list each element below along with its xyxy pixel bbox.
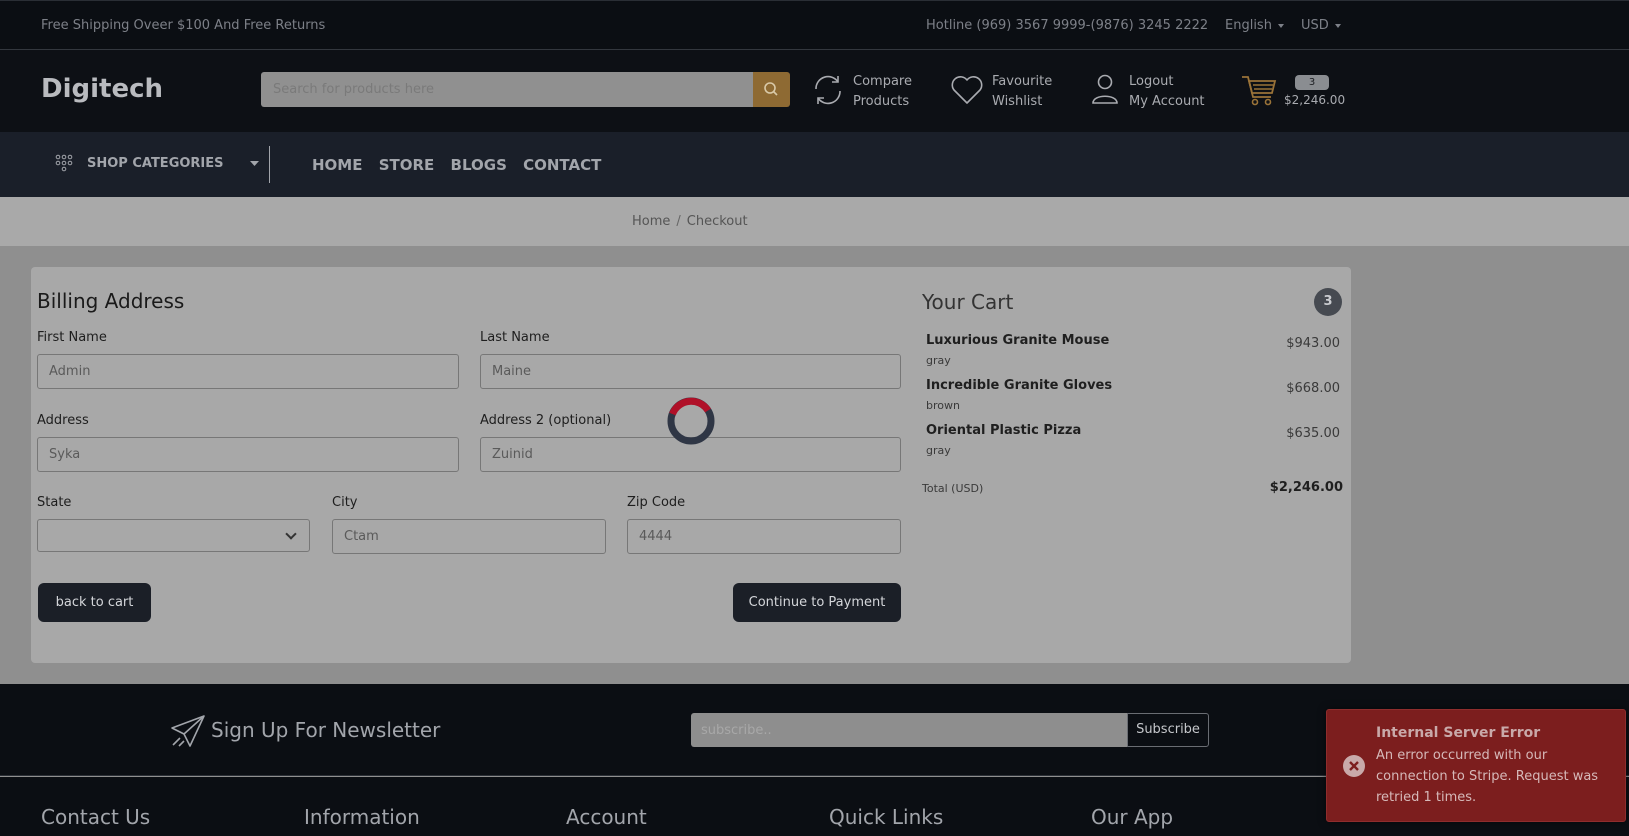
caret-down-icon — [250, 161, 259, 166]
cart-item-price: $635.00 — [1286, 426, 1340, 441]
nav-divider — [269, 146, 270, 183]
logout-link[interactable]: Logout — [1129, 72, 1205, 92]
compare-arrows-icon — [815, 75, 841, 105]
paper-plane-icon — [171, 715, 205, 747]
back-to-cart-button[interactable]: back to cart — [38, 583, 151, 622]
shop-categories-label: SHOP CATEGORIES — [87, 156, 224, 171]
first-name-input[interactable]: Admin — [37, 354, 459, 389]
cart-item-count-badge: 3 — [1314, 288, 1342, 316]
state-label: State — [37, 495, 72, 510]
loading-spinner-icon — [667, 397, 715, 445]
toast-title: Internal Server Error — [1376, 725, 1541, 741]
breadcrumb-separator: / — [676, 214, 681, 229]
first-name-label: First Name — [37, 330, 107, 345]
account-text: Logout My Account — [1129, 72, 1205, 112]
cart-item-name: Incredible Granite Gloves — [926, 378, 1113, 393]
cart-title: Your Cart — [922, 290, 1014, 314]
zip-label: Zip Code — [627, 495, 686, 510]
grid-dots-icon — [55, 154, 73, 172]
search-button[interactable] — [753, 72, 790, 107]
toast-message: An error occurred with our connection to… — [1376, 748, 1599, 805]
subscribe-button[interactable]: Subscribe — [1127, 713, 1209, 747]
top-info-bar: Free Shipping Oveer $100 And Free Return… — [0, 0, 1629, 50]
cart-count-badge: 3 — [1295, 75, 1329, 90]
currency-value: USD — [1301, 18, 1329, 33]
shopping-cart-icon — [1242, 76, 1277, 106]
cart-item-variant: gray — [926, 354, 951, 367]
site-logo[interactable]: Digitech — [41, 74, 163, 104]
nav-link-store[interactable]: STORE — [379, 156, 435, 174]
favourite-line1: Favourite — [992, 74, 1053, 89]
newsletter-email-input[interactable] — [691, 713, 1128, 747]
user-icon — [1092, 74, 1118, 104]
cart-item-name: Oriental Plastic Pizza — [926, 423, 1082, 438]
cart-total-amount: $2,246.00 — [1284, 93, 1346, 107]
language-selector[interactable]: English — [1225, 18, 1284, 33]
footer-heading-information: Information — [304, 805, 420, 829]
compare-text: Compare Products — [853, 72, 912, 112]
cart-item-price: $943.00 — [1286, 336, 1340, 351]
zip-input[interactable]: 4444 — [627, 519, 901, 554]
search-input[interactable] — [261, 72, 753, 107]
last-name-label: Last Name — [480, 330, 550, 345]
cart-item-variant: brown — [926, 399, 960, 412]
continue-to-payment-button[interactable]: Continue to Payment — [733, 583, 901, 622]
footer-heading-our-app: Our App — [1091, 805, 1174, 829]
breadcrumb: Home / Checkout — [632, 214, 748, 229]
nav-link-contact[interactable]: CONTACT — [523, 156, 601, 174]
my-account-link[interactable]: My Account — [1129, 92, 1205, 112]
footer-heading-quick-links: Quick Links — [829, 805, 944, 829]
state-select[interactable] — [37, 519, 310, 552]
language-value: English — [1225, 18, 1272, 33]
compare-line1: Compare — [853, 74, 912, 89]
footer-heading-contact: Contact Us — [41, 805, 151, 829]
cart-total-label: Total (USD) — [922, 482, 984, 495]
heart-icon — [951, 76, 983, 104]
breadcrumb-bar: Home / Checkout — [0, 197, 1629, 246]
address2-label: Address 2 (optional) — [480, 413, 612, 428]
last-name-input[interactable]: Maine — [480, 354, 901, 389]
main-header: Digitech Compare Products Favourite Wish… — [0, 50, 1629, 132]
currency-selector[interactable]: USD — [1301, 18, 1341, 33]
breadcrumb-home[interactable]: Home — [632, 214, 670, 229]
cart-total-value: $2,246.00 — [1269, 480, 1343, 495]
favourite-line2: Wishlist — [992, 94, 1043, 109]
nav-link-blogs[interactable]: BLOGS — [451, 156, 507, 174]
cart-item-name: Luxurious Granite Mouse — [926, 333, 1110, 348]
shipping-notice: Free Shipping Oveer $100 And Free Return… — [41, 18, 326, 33]
compare-line2: Products — [853, 94, 910, 109]
footer-heading-account: Account — [566, 805, 647, 829]
nav-menu: HOME STORE BLOGS CONTACT — [312, 156, 612, 174]
city-label: City — [332, 495, 358, 510]
search-bar — [261, 72, 790, 107]
address-input[interactable]: Syka — [37, 437, 459, 472]
billing-title: Billing Address — [37, 289, 185, 313]
chevron-down-icon — [285, 528, 297, 540]
cart-item-variant: gray — [926, 444, 951, 457]
error-toast[interactable]: Internal Server Error An error occurred … — [1326, 709, 1626, 822]
address-label: Address — [37, 413, 89, 428]
nav-link-home[interactable]: HOME — [312, 156, 362, 174]
city-input[interactable]: Ctam — [332, 519, 606, 554]
breadcrumb-current: Checkout — [686, 214, 748, 229]
search-icon — [764, 82, 778, 96]
hotline-text: Hotline (969) 3567 9999-(9876) 3245 2222 — [926, 18, 1209, 33]
cart-item-price: $668.00 — [1286, 381, 1340, 396]
newsletter-title: Sign Up For Newsletter — [211, 718, 441, 742]
caret-down-icon — [1277, 23, 1284, 28]
wishlist-text: Favourite Wishlist — [992, 72, 1052, 112]
error-circle-x-icon — [1343, 755, 1365, 777]
checkout-card: Billing Address First Name Admin Last Na… — [31, 267, 1351, 663]
main-navigation: SHOP CATEGORIES HOME STORE BLOGS CONTACT — [0, 132, 1629, 197]
caret-down-icon — [1334, 23, 1341, 28]
